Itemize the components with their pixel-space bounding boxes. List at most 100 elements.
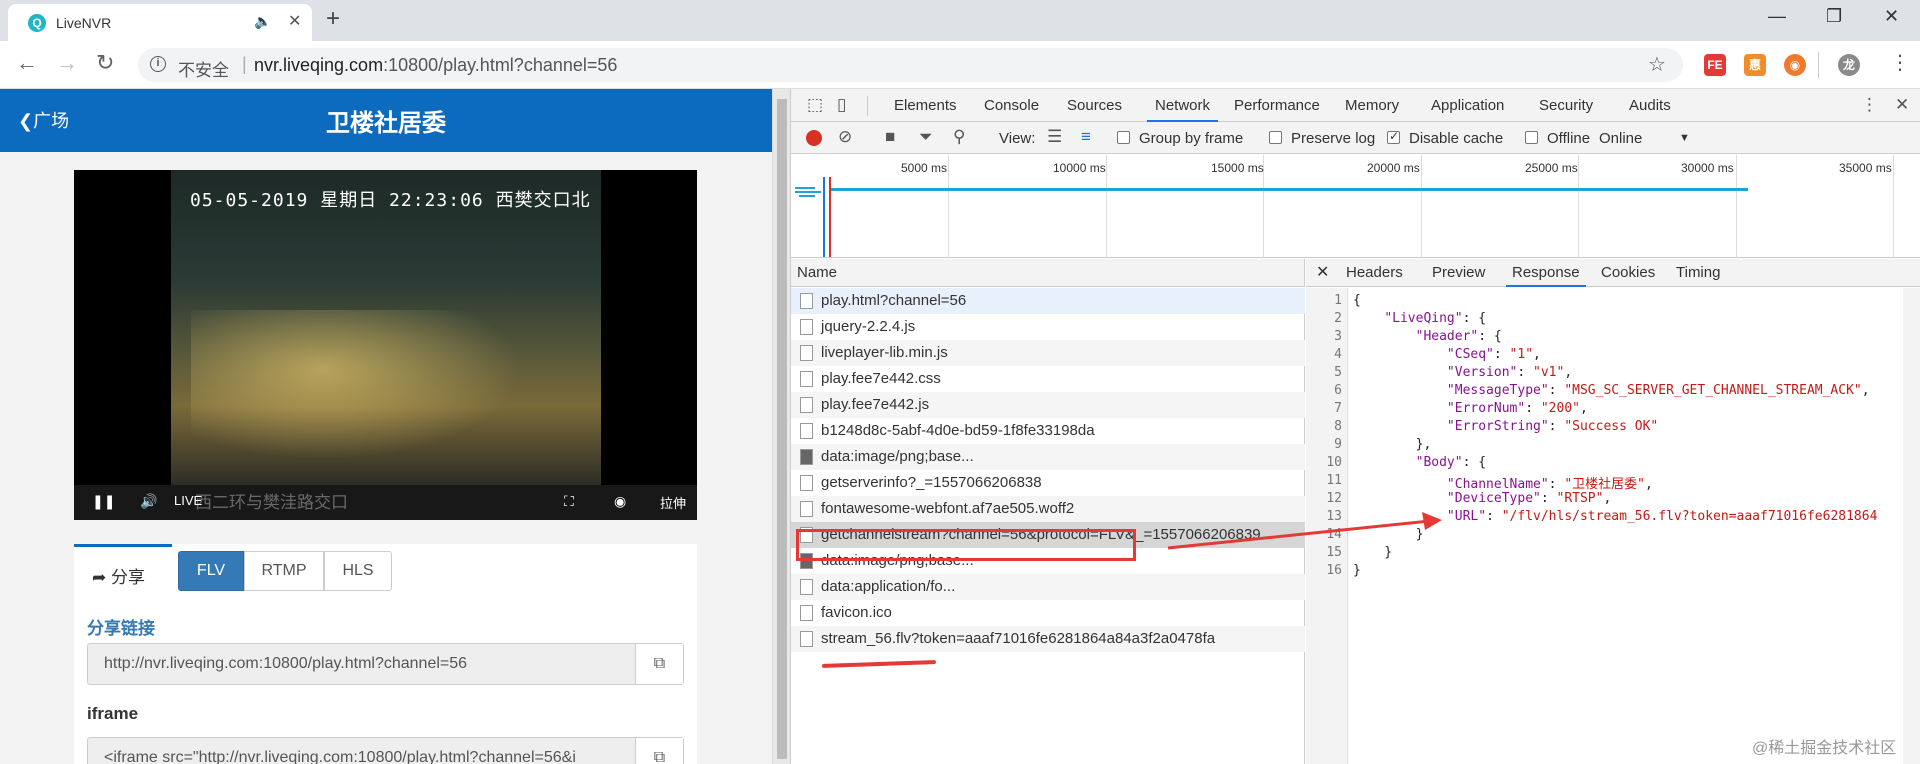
file-icon — [800, 345, 813, 361]
bookmark-star-icon[interactable]: ☆ — [1648, 52, 1666, 77]
copy-icon[interactable]: ⧉ — [635, 738, 683, 764]
video-player[interactable]: 05-05-2019 星期日 22:23:06 西樊交口北 ❚❚ 🔊 LIVE … — [74, 170, 697, 520]
profile-avatar[interactable]: 龙 — [1838, 54, 1860, 76]
file-icon — [800, 319, 813, 335]
devtools-close-icon[interactable]: ✕ — [1895, 95, 1909, 115]
back-arrow-icon[interactable]: ← — [16, 50, 38, 76]
list-item[interactable]: jquery-2.2.4.js — [791, 314, 1305, 340]
large-rows-icon[interactable]: ☰ — [1047, 127, 1062, 147]
copy-icon[interactable]: ⧉ — [635, 644, 683, 684]
search-icon[interactable]: ⚲ — [953, 127, 965, 147]
throttle-select[interactable]: Online — [1599, 130, 1642, 147]
page-scrollbar[interactable] — [772, 89, 790, 764]
list-item[interactable]: play.fee7e442.js — [791, 392, 1305, 418]
screenshot-capture-icon[interactable]: ■ — [885, 127, 895, 147]
disable-cache-checkbox[interactable] — [1387, 129, 1400, 144]
reload-icon[interactable]: ↻ — [96, 50, 114, 76]
timeline-tick: 5000 ms — [901, 161, 948, 175]
preserve-log-checkbox[interactable] — [1269, 131, 1282, 144]
detail-tab-preview[interactable]: Preview — [1432, 259, 1485, 287]
share-link-field[interactable]: http://nvr.liveqing.com:10800/play.html?… — [87, 643, 684, 685]
window-close-icon[interactable]: ✕ — [1884, 6, 1899, 27]
browser-tab[interactable]: Q LiveNVR 🔈 ✕ — [8, 4, 312, 41]
device-toolbar-icon[interactable]: ▯ — [837, 95, 846, 115]
dropdown-arrow-icon[interactable]: ▼ — [1679, 132, 1690, 144]
url-text[interactable]: nvr.liveqing.com:10800/play.html?channel… — [254, 55, 617, 76]
name-column-header[interactable]: Name — [791, 259, 1305, 287]
offline-checkbox[interactable] — [1525, 131, 1538, 144]
watermark: @稀土掘金技术社区 — [1752, 740, 1897, 757]
stretch-button[interactable]: 拉伸 — [660, 493, 686, 512]
extension-fe-icon[interactable]: FE — [1704, 54, 1726, 76]
list-item[interactable]: liveplayer-lib.min.js — [791, 340, 1305, 366]
extension-coupon-icon[interactable]: 惠 — [1744, 54, 1766, 76]
devtools-tab-elements[interactable]: Elements — [894, 89, 957, 122]
timeline-tick: 15000 ms — [1211, 161, 1264, 175]
timeline-tick: 30000 ms — [1681, 161, 1734, 175]
browser-menu-icon[interactable]: ⋮ — [1890, 50, 1910, 75]
list-item[interactable]: getserverinfo?_=1557066206838 — [791, 470, 1305, 496]
new-tab-icon[interactable]: + — [326, 5, 340, 33]
line-number: 11 — [1326, 473, 1342, 488]
devtools-tab-memory[interactable]: Memory — [1345, 89, 1399, 122]
video-frame — [171, 170, 601, 485]
clear-icon[interactable]: ⊘ — [838, 127, 852, 147]
list-item[interactable]: play.html?channel=56 — [791, 288, 1305, 314]
list-item[interactable]: b1248d8c-5abf-4d0e-bd59-1f8fe33198da — [791, 418, 1305, 444]
iframe-field[interactable]: <iframe src="http://nvr.liveqing.com:108… — [87, 737, 684, 764]
record-icon[interactable] — [806, 130, 822, 146]
devtools-tab-sources[interactable]: Sources — [1067, 89, 1122, 122]
speaker-icon[interactable]: 🔈 — [254, 13, 271, 30]
line-number: 8 — [1334, 419, 1342, 434]
detail-tab-headers[interactable]: Headers — [1346, 259, 1403, 287]
network-overview[interactable]: 5000 ms 10000 ms 15000 ms 20000 ms 25000… — [791, 155, 1920, 258]
detail-tab-cookies[interactable]: Cookies — [1601, 259, 1655, 287]
list-item[interactable]: data:application/fo... — [791, 574, 1305, 600]
list-item[interactable]: favicon.ico — [791, 600, 1305, 626]
devtools-tab-performance[interactable]: Performance — [1234, 89, 1320, 122]
file-icon — [800, 397, 813, 413]
forward-arrow-icon[interactable]: → — [56, 50, 78, 76]
extension-orange-icon[interactable]: ◉ — [1784, 54, 1806, 76]
maximize-icon[interactable]: ❐ — [1826, 6, 1842, 27]
devtools-tab-security[interactable]: Security — [1539, 89, 1593, 122]
devtools-panel: ⬚ ▯ Elements Console Sources Network Per… — [790, 89, 1920, 764]
volume-icon[interactable]: 🔊 — [140, 493, 157, 510]
share-tab[interactable]: ➦ 分享 — [74, 544, 172, 596]
detail-tab-timing[interactable]: Timing — [1676, 259, 1720, 287]
filter-icon[interactable]: ⏷ — [919, 127, 933, 147]
inspect-element-icon[interactable]: ⬚ — [807, 95, 823, 115]
timeline-tick: 25000 ms — [1525, 161, 1578, 175]
request-detail-tabs: ✕ Headers Preview Response Cookies Timin… — [1306, 259, 1920, 287]
address-bar[interactable]: i 不安全 | nvr.liveqing.com:10800/play.html… — [138, 48, 1683, 82]
close-detail-icon[interactable]: ✕ — [1316, 259, 1329, 287]
list-item[interactable]: data:image/png;base... — [791, 444, 1305, 470]
group-by-frame-label: Group by frame — [1139, 130, 1244, 147]
close-tab-icon[interactable]: ✕ — [288, 11, 301, 31]
protocol-tab-flv[interactable]: FLV — [178, 551, 244, 591]
protocol-tab-hls[interactable]: HLS — [324, 551, 392, 591]
devtools-menu-icon[interactable]: ⋮ — [1861, 95, 1878, 115]
response-scrollbar[interactable] — [1903, 288, 1920, 764]
annotation-box — [796, 529, 1136, 561]
page-title: 卫楼社居委 — [326, 110, 446, 137]
timeline-tick: 35000 ms — [1839, 161, 1892, 175]
waterfall-view-icon[interactable]: ≡ — [1081, 127, 1091, 147]
group-by-frame-checkbox[interactable] — [1117, 131, 1130, 144]
list-item[interactable]: stream_56.flv?token=aaaf71016fe6281864a8… — [791, 626, 1305, 652]
fullscreen-icon[interactable]: ⛶ — [564, 493, 574, 510]
devtools-tab-network[interactable]: Network — [1147, 89, 1219, 122]
snapshot-icon[interactable]: ◉ — [614, 493, 626, 510]
response-code-line: { — [1353, 293, 1361, 308]
devtools-tab-console[interactable]: Console — [984, 89, 1039, 122]
detail-tab-response[interactable]: Response — [1506, 259, 1586, 287]
devtools-tab-application[interactable]: Application — [1431, 89, 1504, 122]
devtools-tab-audits[interactable]: Audits — [1629, 89, 1671, 122]
pause-icon[interactable]: ❚❚ — [92, 493, 115, 510]
video-overlay-text: 西二环与樊洼路交口 — [195, 493, 348, 512]
share-link-label: 分享链接 — [87, 619, 155, 638]
minimize-icon[interactable]: — — [1768, 6, 1786, 27]
protocol-tab-rtmp[interactable]: RTMP — [244, 551, 324, 591]
list-item[interactable]: play.fee7e442.css — [791, 366, 1305, 392]
info-icon[interactable]: i — [150, 56, 166, 72]
